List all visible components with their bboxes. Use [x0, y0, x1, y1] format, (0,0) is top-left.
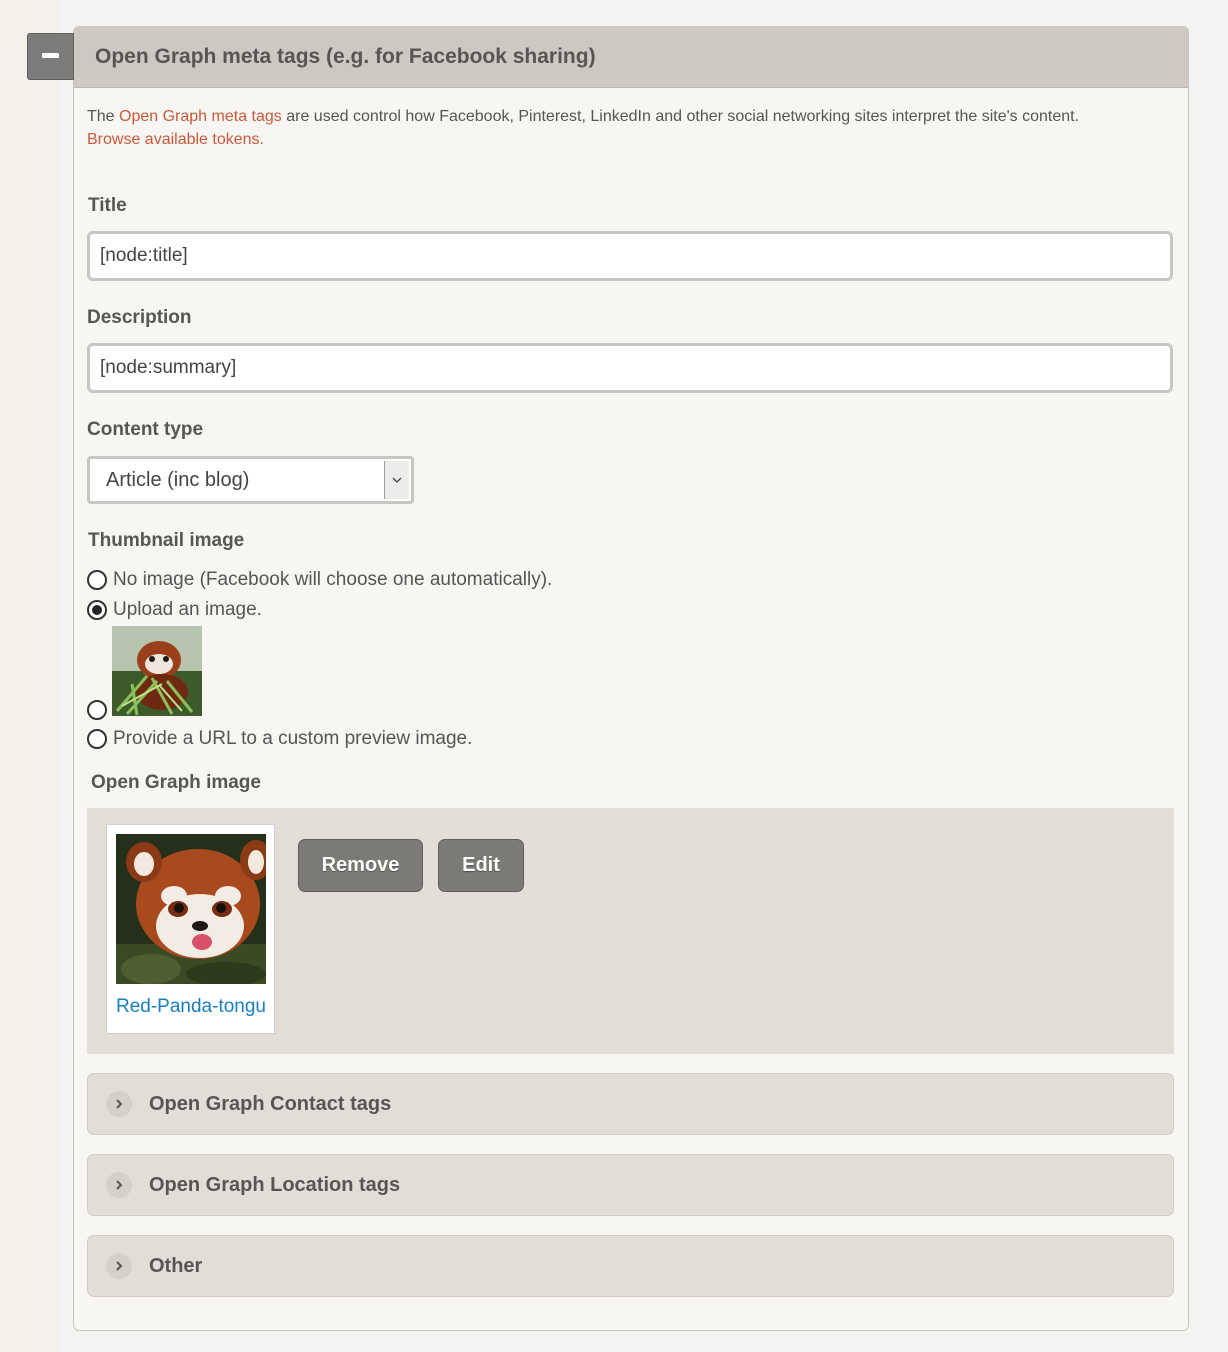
- radio-label: No image (Facebook will choose one autom…: [113, 569, 553, 590]
- section-title: Open Graph Contact tags: [149, 1092, 392, 1115]
- chevron-right-icon: [106, 1253, 132, 1279]
- chevron-right-icon: [106, 1091, 132, 1117]
- collapse-panel-button[interactable]: [27, 33, 74, 80]
- thumbnail-option-url[interactable]: Provide a URL to a custom preview image.: [87, 728, 472, 750]
- description-input[interactable]: [node:summary]: [87, 343, 1173, 393]
- other-section[interactable]: Other: [87, 1235, 1174, 1297]
- radio-upload-image[interactable]: [87, 600, 107, 620]
- content-type-selected-value: Article (inc blog): [106, 469, 250, 491]
- open-graph-fieldset: Open Graph meta tags (e.g. for Facebook …: [73, 26, 1189, 1331]
- thumbnail-label: Thumbnail image: [88, 530, 245, 551]
- panel-body: The Open Graph meta tags are used contro…: [87, 88, 1175, 1297]
- thumbnail-option-none[interactable]: No image (Facebook will choose one autom…: [87, 569, 552, 591]
- intro-prefix: The: [87, 108, 120, 125]
- red-panda-eating-thumbnail[interactable]: [112, 626, 202, 716]
- location-tags-section[interactable]: Open Graph Location tags: [87, 1154, 1174, 1216]
- remove-image-button[interactable]: Remove: [298, 839, 423, 892]
- panel-title: Open Graph meta tags (e.g. for Facebook …: [95, 45, 596, 68]
- chevron-down-icon[interactable]: [384, 461, 409, 499]
- image-preview-card: Red-Panda-tongu: [106, 824, 275, 1034]
- thumbnail-option-existing-image[interactable]: [87, 700, 113, 720]
- radio-label: Provide a URL to a custom preview image.: [113, 728, 473, 749]
- intro-suffix: are used control how Facebook, Pinterest…: [281, 108, 1080, 125]
- chevron-right-icon: [106, 1172, 132, 1198]
- page-left-strip: [0, 0, 60, 1352]
- section-title: Other: [149, 1254, 203, 1277]
- radio-custom-url[interactable]: [87, 729, 107, 749]
- og-image-label: Open Graph image: [91, 772, 261, 793]
- content-type-label: Content type: [87, 419, 204, 440]
- panel-header[interactable]: Open Graph meta tags (e.g. for Facebook …: [74, 27, 1188, 88]
- og-image-widget: Red-Panda-tongu Remove Edit: [87, 808, 1174, 1054]
- thumbnail-option-upload[interactable]: Upload an image.: [87, 599, 262, 621]
- title-label: Title: [88, 195, 127, 216]
- edit-image-button[interactable]: Edit: [438, 839, 524, 892]
- content-type-select[interactable]: Article (inc blog): [87, 456, 414, 504]
- og-image-file-link[interactable]: Red-Panda-tongu: [116, 996, 266, 1018]
- radio-no-image[interactable]: [87, 570, 107, 590]
- open-graph-docs-link[interactable]: Open Graph meta tags: [119, 108, 282, 125]
- radio-existing-image[interactable]: [87, 700, 107, 720]
- intro-text: The Open Graph meta tags are used contro…: [87, 105, 1175, 151]
- red-panda-preview-image: [116, 834, 266, 984]
- browse-tokens-link[interactable]: Browse available tokens.: [87, 131, 264, 148]
- minus-icon: [42, 53, 59, 58]
- contact-tags-section[interactable]: Open Graph Contact tags: [87, 1073, 1174, 1135]
- title-input[interactable]: [node:title]: [87, 231, 1173, 281]
- radio-label: Upload an image.: [113, 599, 262, 620]
- section-title: Open Graph Location tags: [149, 1173, 401, 1196]
- description-label: Description: [87, 307, 192, 328]
